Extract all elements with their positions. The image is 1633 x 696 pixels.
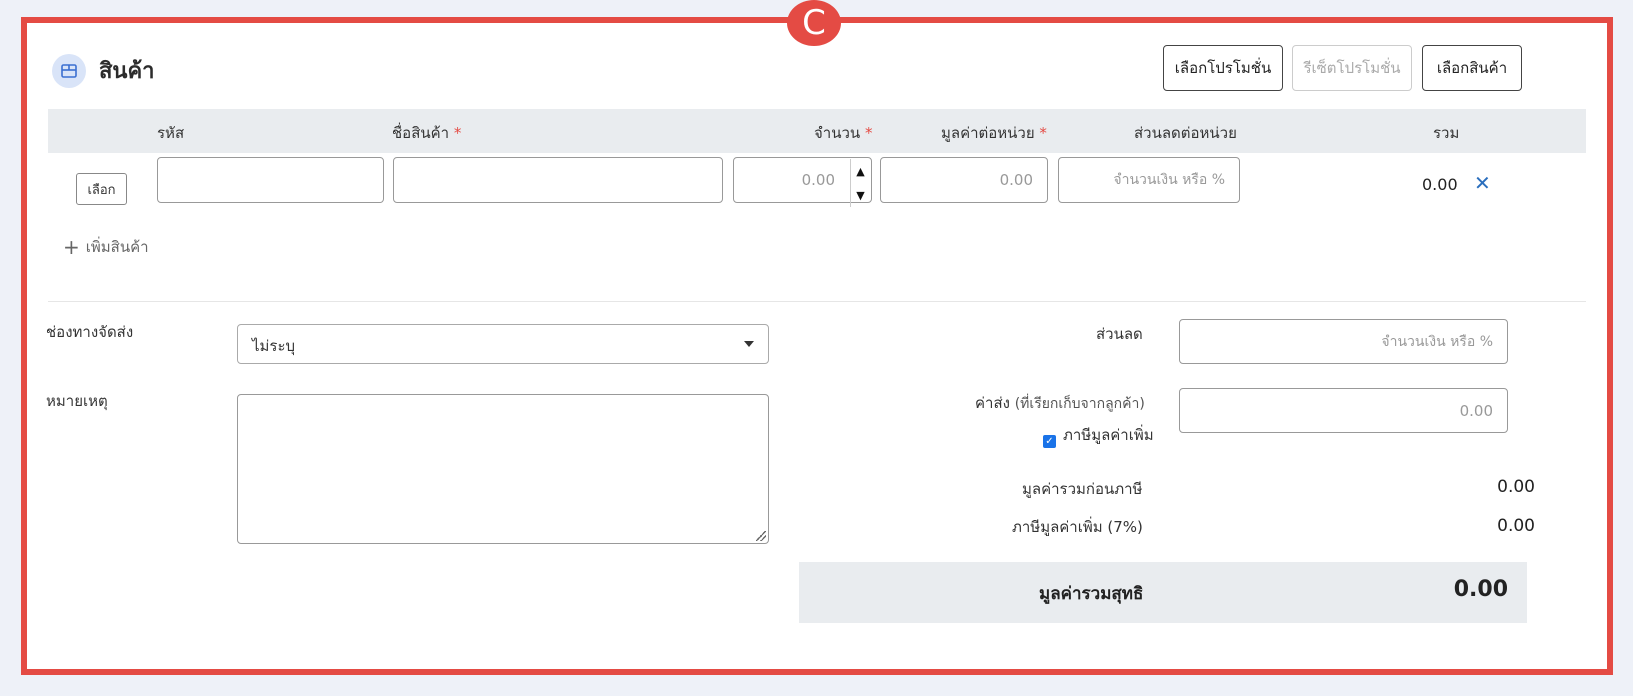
select-row-button[interactable]: เลือก xyxy=(76,173,127,205)
step-badge: C xyxy=(787,0,841,46)
discount-input[interactable]: จำนวนเงิน หรือ % xyxy=(1179,319,1508,364)
reset-promotion-button[interactable]: รีเซ็ตโปรโมชั่น xyxy=(1292,45,1412,91)
vat-value: 0.00 xyxy=(1497,516,1535,536)
unit-discount-input[interactable]: จำนวนเงิน หรือ % xyxy=(1058,157,1240,203)
code-input[interactable] xyxy=(157,157,384,203)
stepper-down-icon[interactable]: ▼ xyxy=(851,183,870,207)
select-product-button[interactable]: เลือกสินค้า xyxy=(1422,45,1522,91)
shipping-channel-label: ช่องทางจัดส่ง xyxy=(46,323,134,341)
section-title: สินค้า xyxy=(99,59,155,84)
discount-label: ส่วนลด xyxy=(1096,325,1143,343)
required-mark: * xyxy=(864,124,873,142)
pre-tax-label: มูลค่ารวมก่อนภาษี xyxy=(1022,480,1143,498)
row-total: 0.00 xyxy=(1422,175,1458,194)
plus-icon: + xyxy=(63,235,80,259)
shipping-fee-label: ค่าส่ง (ที่เรียกเก็บจากลูกค้า) xyxy=(975,394,1145,412)
vat-checkbox[interactable]: ✓ xyxy=(1043,435,1056,448)
required-mark: * xyxy=(1039,124,1047,142)
stepper-up-icon[interactable]: ▲ xyxy=(851,159,870,183)
vat-label: ภาษีมูลค่าเพิ่ม (7%) xyxy=(1012,518,1143,536)
net-total-label: มูลค่ารวมสุทธิ xyxy=(1039,584,1144,604)
chevron-down-icon xyxy=(744,341,754,347)
add-item-link[interactable]: + เพิ่มสินค้า xyxy=(63,235,149,259)
product-name-input[interactable] xyxy=(393,157,723,203)
note-textarea[interactable] xyxy=(237,394,769,544)
resize-handle-icon[interactable] xyxy=(756,531,766,541)
pre-tax-value: 0.00 xyxy=(1497,477,1535,497)
net-total-value: 0.00 xyxy=(1453,577,1508,602)
remove-row-icon[interactable]: ✕ xyxy=(1474,171,1491,195)
unit-price-input[interactable]: 0.00 xyxy=(880,157,1048,203)
select-promotion-button[interactable]: เลือกโปรโมชั่น xyxy=(1163,45,1283,91)
header-name: ชื่อสินค้า * xyxy=(392,124,462,142)
shipping-channel-value: ไม่ระบุ xyxy=(252,337,296,355)
header-unit-price: มูลค่าต่อหน่วย * xyxy=(941,124,1047,142)
header-total: รวม xyxy=(1433,124,1460,142)
header-quantity: จำนวน * xyxy=(814,124,873,142)
vat-checkbox-label: ภาษีมูลค่าเพิ่ม xyxy=(1063,426,1154,444)
shipping-channel-select[interactable]: ไม่ระบุ xyxy=(237,324,769,364)
net-total-panel xyxy=(799,562,1527,623)
header-code: รหัส xyxy=(157,124,185,142)
box-icon xyxy=(52,54,86,88)
table-header: รหัส ชื่อสินค้า * จำนวน * มูลค่าต่อหน่วย… xyxy=(48,109,1586,153)
header-unit-discount: ส่วนลดต่อหน่วย xyxy=(1134,124,1237,142)
divider xyxy=(48,301,1586,302)
required-mark: * xyxy=(453,124,462,142)
quantity-stepper[interactable]: ▲ ▼ xyxy=(850,159,870,207)
shipping-fee-input[interactable]: 0.00 xyxy=(1179,388,1508,433)
note-label: หมายเหตุ xyxy=(46,392,108,410)
